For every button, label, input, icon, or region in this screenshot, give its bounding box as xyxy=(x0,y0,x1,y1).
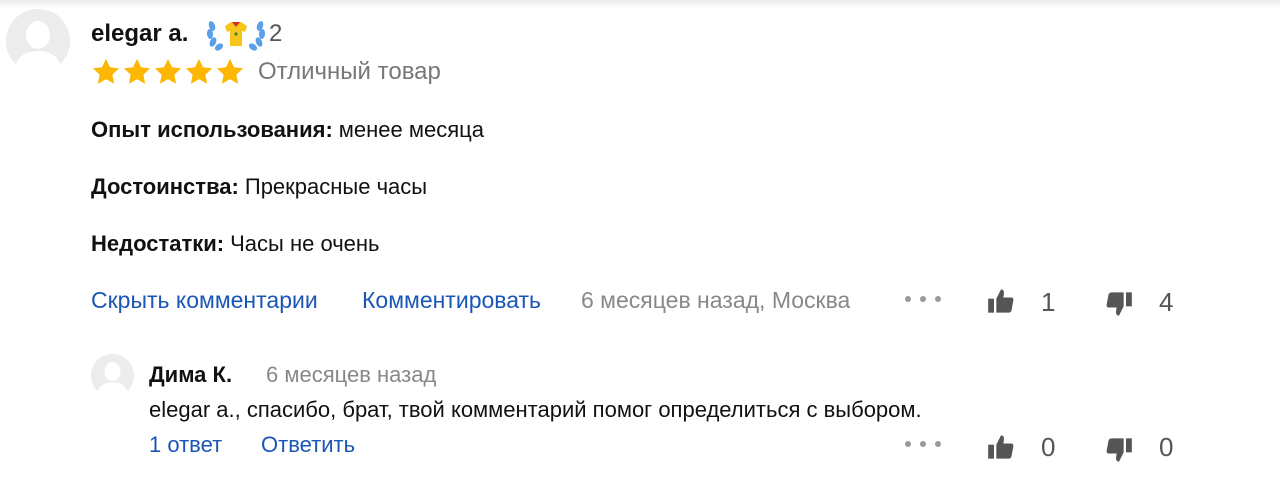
thumbs-down-icon[interactable] xyxy=(1105,436,1133,464)
field-value: Часы не очень xyxy=(230,231,380,256)
comment-text: elegar a., спасибо, брат, твой комментар… xyxy=(149,397,922,422)
badge-count: 2 xyxy=(269,20,283,47)
reply-link[interactable]: Ответить xyxy=(261,432,355,458)
more-dots-icon[interactable] xyxy=(905,441,941,447)
review-dislikes-count: 4 xyxy=(1159,287,1174,317)
top-shadow xyxy=(0,0,1280,8)
field-cons: Недостатки: Часы не очень xyxy=(91,231,380,257)
rating-text: Отличный товар xyxy=(258,58,441,85)
hide-comments-link[interactable]: Скрыть комментарии xyxy=(91,287,318,314)
star-icon xyxy=(185,58,213,84)
review-date-location: 6 месяцев назад, Москва xyxy=(581,287,851,313)
thumbs-down-icon[interactable] xyxy=(1105,290,1133,318)
star-icon xyxy=(92,58,120,84)
field-label: Опыт использования: xyxy=(91,117,333,142)
review-likes-count: 1 xyxy=(1041,287,1056,317)
comment-author-name[interactable]: Дима К. xyxy=(149,362,232,388)
rating-stars xyxy=(91,57,245,87)
field-usage-experience: Опыт использования: менее месяца xyxy=(91,117,484,143)
comment-dislikes-count: 0 xyxy=(1159,432,1174,462)
review-author-name[interactable]: elegar a. xyxy=(91,20,188,48)
thumbs-up-icon[interactable] xyxy=(987,287,1015,315)
field-label: Недостатки: xyxy=(91,231,225,256)
more-dots-icon[interactable] xyxy=(905,296,941,302)
star-icon xyxy=(123,58,151,84)
comment-likes-count: 0 xyxy=(1041,432,1056,462)
star-icon xyxy=(216,58,244,84)
comment-link[interactable]: Комментировать xyxy=(362,287,541,314)
star-icon xyxy=(154,58,182,84)
field-pros: Достоинства: Прекрасные часы xyxy=(91,174,427,200)
field-label: Достоинства: xyxy=(91,174,239,199)
field-value: менее месяца xyxy=(338,117,484,142)
replies-link[interactable]: 1 ответ xyxy=(149,432,222,458)
comment-time: 6 месяцев назад xyxy=(266,362,437,387)
user-avatar-icon[interactable] xyxy=(91,354,134,397)
thumbs-up-icon[interactable] xyxy=(987,433,1015,461)
field-value: Прекрасные часы xyxy=(244,174,428,199)
user-avatar-icon[interactable] xyxy=(6,9,70,73)
achievement-badge-icon[interactable] xyxy=(203,16,269,52)
